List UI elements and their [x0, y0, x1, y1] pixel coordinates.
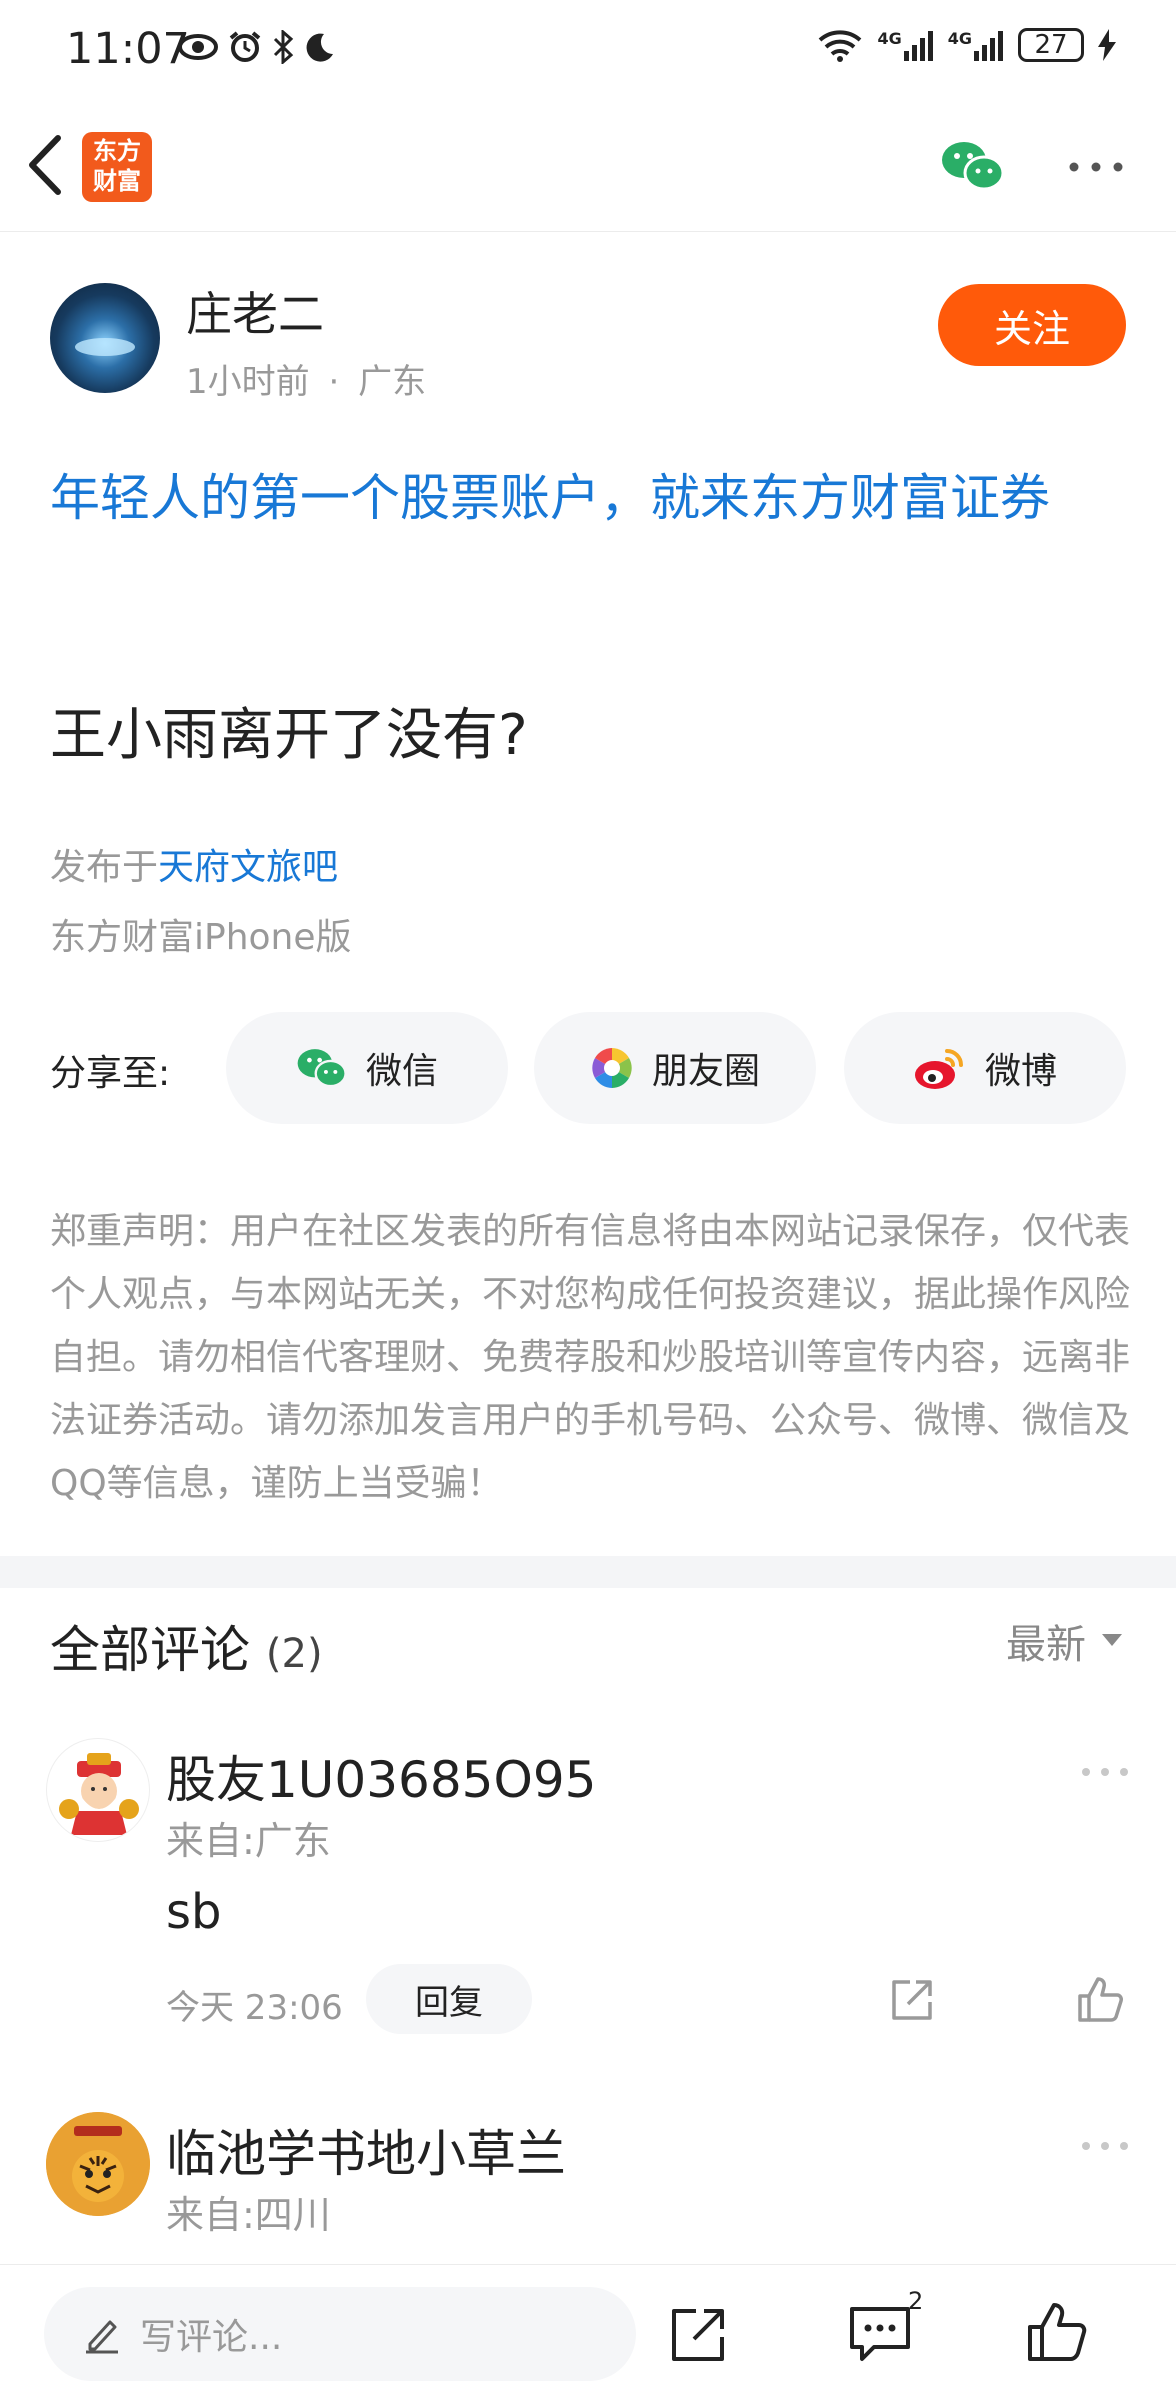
alarm-icon [229, 31, 261, 62]
share-moments-button[interactable]: 朋友圈 [534, 1012, 816, 1124]
section-divider [0, 1556, 1176, 1588]
follow-button[interactable]: 关注 [938, 284, 1126, 366]
author-avatar[interactable] [50, 283, 160, 393]
comment-avatar[interactable] [46, 2112, 150, 2216]
sort-dropdown[interactable]: 最新 [1006, 1612, 1122, 1670]
comment-username[interactable]: 临池学书地小草兰 [166, 2114, 566, 2186]
moon-icon [306, 33, 333, 62]
wechat-share-icon[interactable] [940, 138, 1006, 194]
top-nav: 东方财富 [0, 100, 1176, 232]
comment-text: sb [166, 1884, 222, 1940]
comments-icon[interactable] [848, 2303, 912, 2365]
pencil-icon [86, 2320, 118, 2354]
battery-indicator: 27 [1018, 28, 1084, 62]
bar-link[interactable]: 天府文旅吧 [158, 847, 338, 888]
comment-placeholder: 写评论... [140, 2317, 283, 2358]
tiger-avatar [46, 2112, 150, 2216]
comment-more-icon[interactable] [1080, 2136, 1130, 2156]
comment-location: 来自:广东 [166, 1819, 331, 1863]
meta-separator: · [328, 362, 340, 402]
signal-icon [903, 31, 933, 61]
signal-2: 4G [948, 29, 1004, 61]
post-location: 广东 [358, 362, 427, 402]
god-of-wealth-avatar [59, 1753, 139, 1835]
comment-count-badge: 2 [908, 2287, 924, 2315]
caret-down-icon [1102, 1634, 1122, 1646]
post-device: 东方财富iPhone版 [50, 917, 352, 958]
comment-username[interactable]: 股友1U03685O95 [166, 1740, 596, 1812]
weibo-icon [914, 1049, 963, 1089]
share-moments-label: 朋友圈 [651, 1051, 760, 1092]
status-bar: 11:07 4G 4G 27 [0, 0, 1176, 100]
post-time: 1小时前 [186, 362, 310, 402]
wifi-icon [819, 30, 862, 62]
comment-location: 来自:四川 [166, 2193, 331, 2237]
write-comment-input[interactable]: 写评论... [44, 2287, 636, 2381]
share-weibo-label: 微博 [984, 1051, 1057, 1092]
comment-share-icon[interactable] [888, 1976, 936, 2024]
share-wechat-button[interactable]: 微信 [226, 1012, 508, 1124]
sort-label: 最新 [1006, 1622, 1086, 1668]
signal-icon [974, 31, 1003, 61]
eye-icon [178, 34, 218, 60]
comments-count: (2) [265, 1631, 323, 1677]
reply-button[interactable]: 回复 [366, 1964, 532, 2034]
comment-more-icon[interactable] [1080, 1762, 1130, 1782]
comments-title: 全部评论 (2) [50, 1610, 323, 1682]
author-name[interactable]: 庄老二 [186, 278, 324, 344]
comments-title-text: 全部评论 [50, 1621, 250, 1679]
share-weibo-button[interactable]: 微博 [844, 1012, 1126, 1124]
share-wechat-label: 微信 [365, 1051, 438, 1092]
bottom-action-bar: 写评论... 2 [0, 2264, 1176, 2400]
like-icon[interactable] [1026, 2301, 1088, 2363]
published-prefix: 发布于 [50, 847, 159, 888]
more-icon[interactable] [1066, 152, 1126, 182]
comment-time: 今天 23:06 [166, 1988, 343, 2028]
signal-1: 4G [877, 29, 933, 61]
moments-icon [592, 1048, 632, 1088]
back-arrow-icon[interactable] [22, 130, 66, 200]
comment-like-icon[interactable] [1076, 1974, 1126, 2024]
comment-avatar[interactable] [46, 1738, 150, 1842]
post-meta: 1小时前 · 广东 [186, 354, 426, 403]
ad-link[interactable]: 年轻人的第一个股票账户，就来东方财富证券 [50, 456, 1140, 540]
charging-icon [1098, 29, 1116, 61]
published-in: 发布于天府文旅吧 [50, 838, 338, 890]
share-label: 分享至: [50, 1053, 171, 1094]
disclaimer: 郑重声明：用户在社区发表的所有信息将由本网站记录保存，仅代表个人观点，与本网站无… [50, 1211, 1131, 1504]
app-logo: 东方财富 [82, 132, 152, 202]
status-time: 11:07 [66, 24, 190, 74]
wechat-icon [297, 1049, 347, 1088]
post-title: 王小雨离开了没有? [50, 703, 528, 768]
share-icon[interactable] [668, 2305, 728, 2365]
bluetooth-icon [273, 30, 294, 64]
